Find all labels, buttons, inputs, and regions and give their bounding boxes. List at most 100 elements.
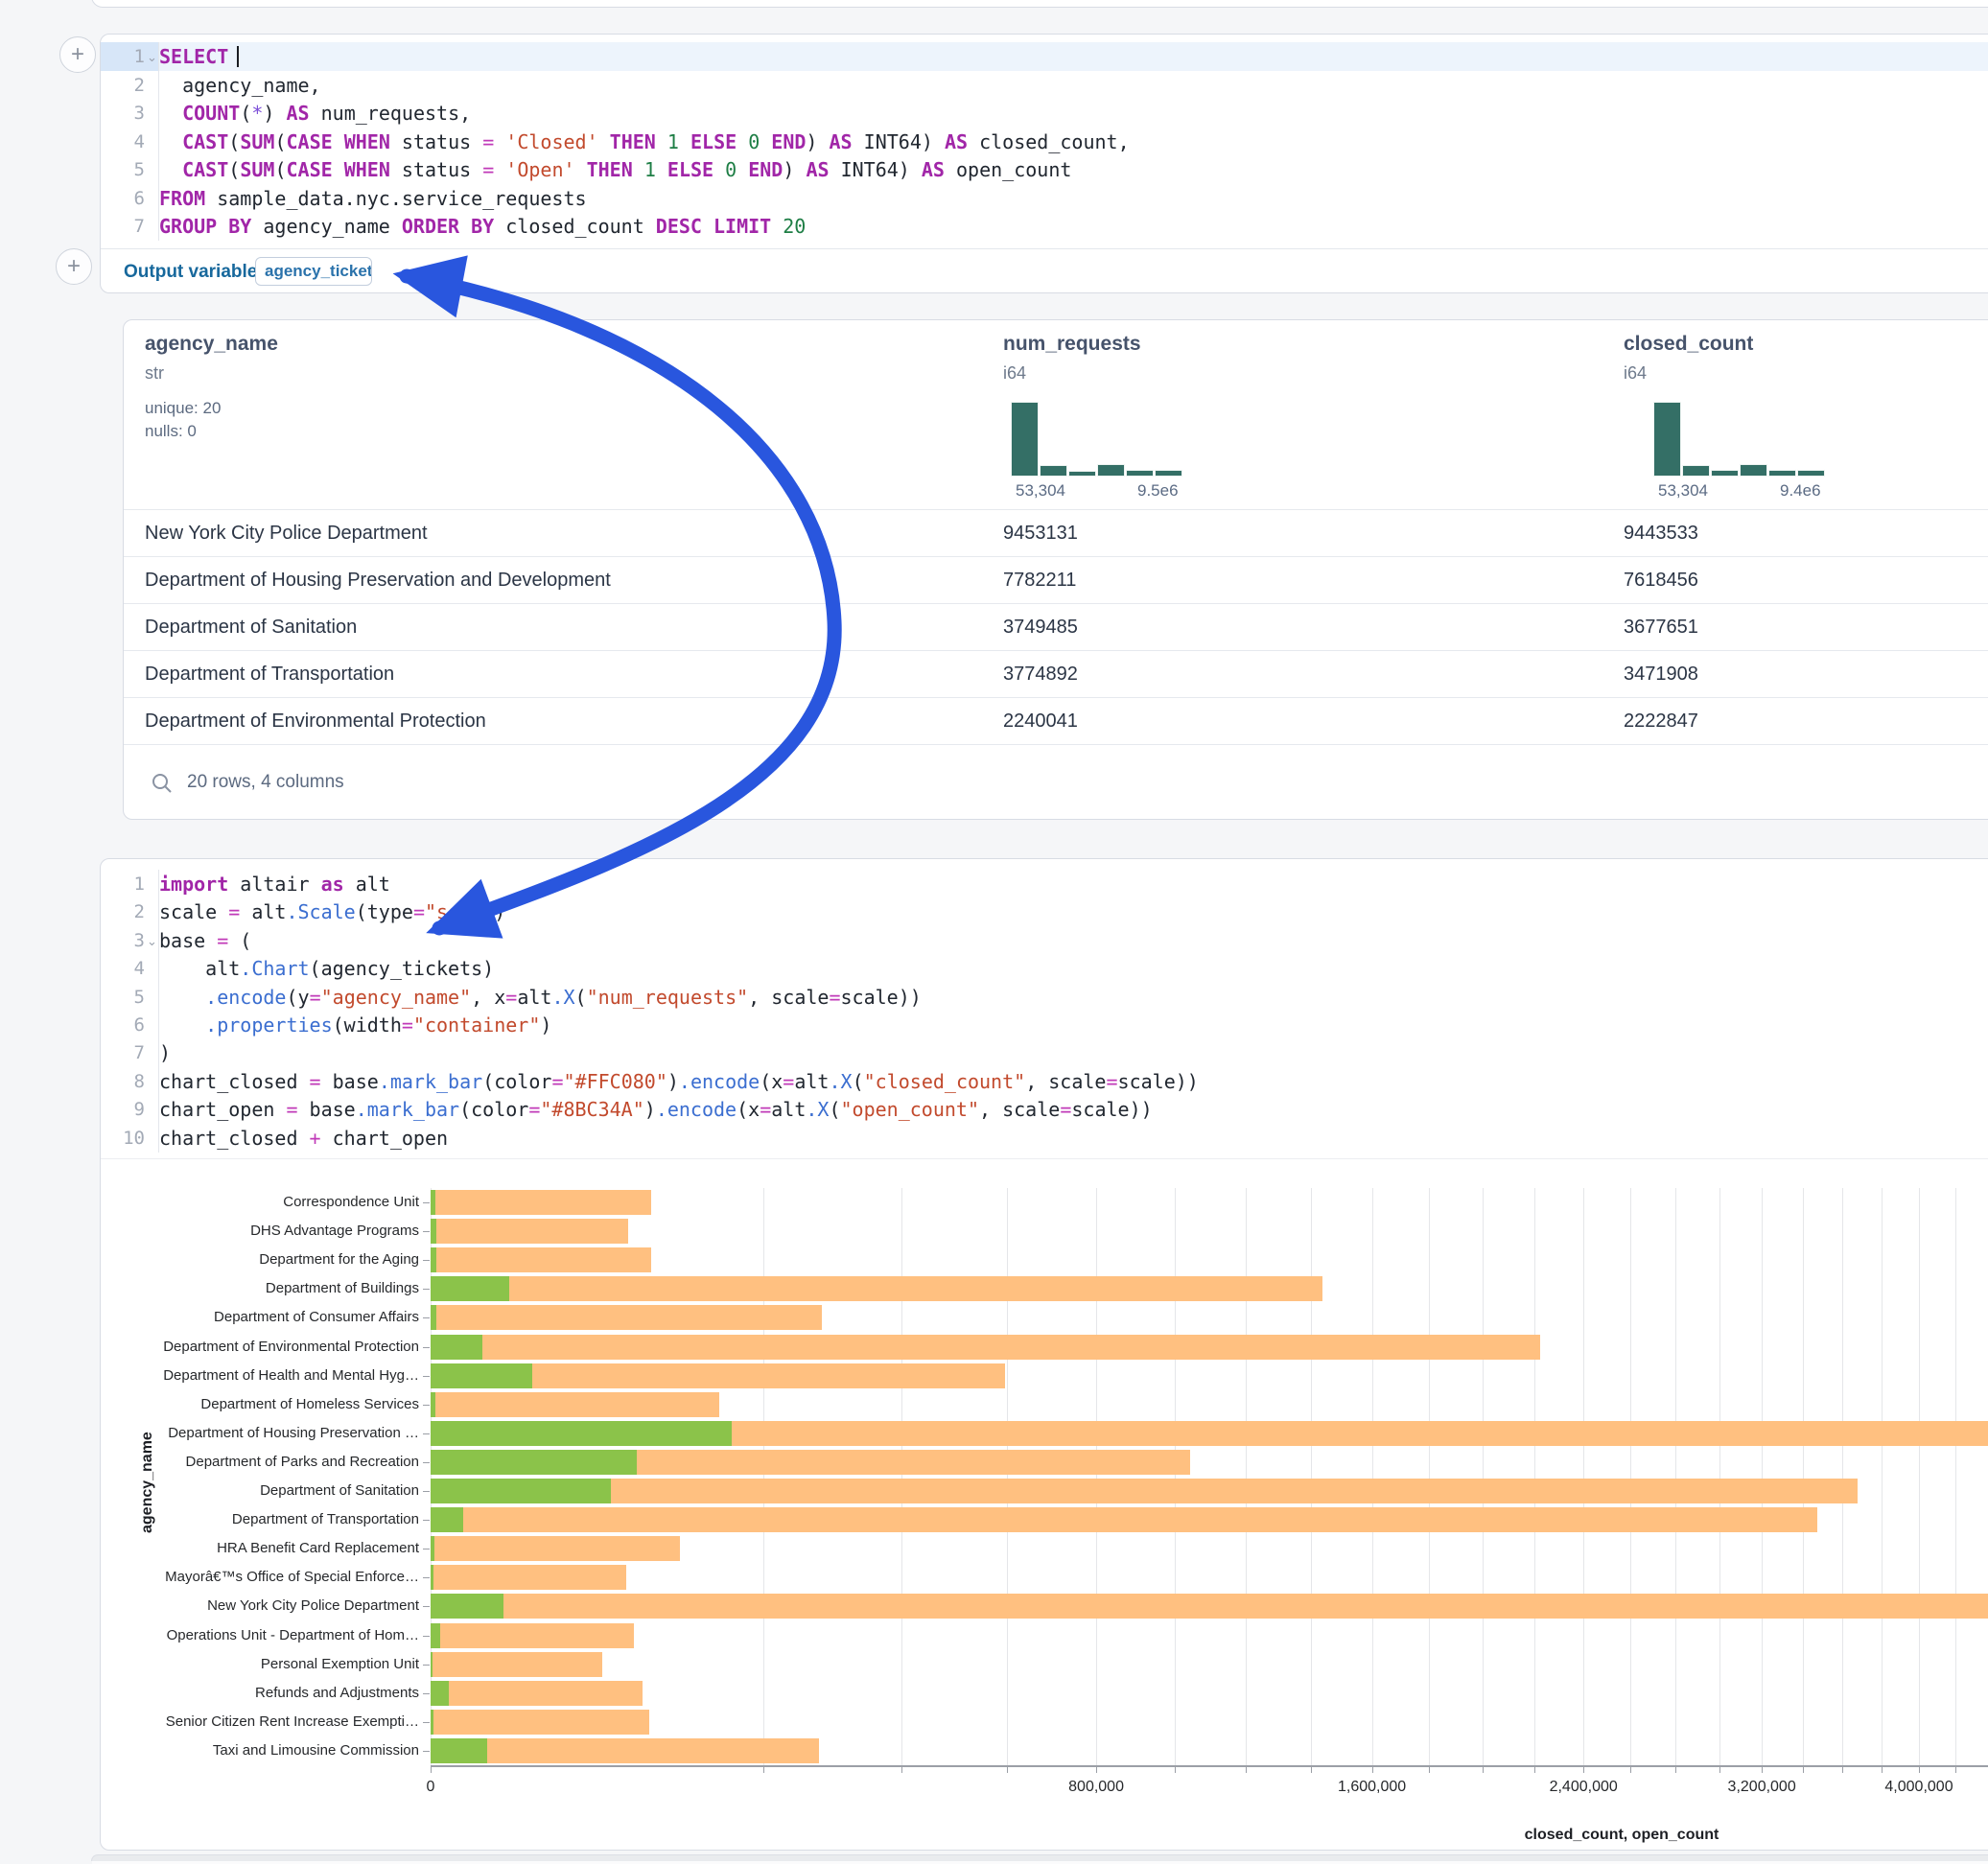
code-line[interactable]: 1⌄SELECT	[101, 42, 1988, 71]
code-line[interactable]: 8chart_closed = base.mark_bar(color="#FF…	[101, 1067, 1988, 1096]
line-number: 7	[101, 1038, 145, 1067]
code-text: chart_closed + chart_open	[159, 1124, 1988, 1153]
code-line[interactable]: 2 agency_name,	[101, 71, 1988, 100]
table-cell: 3677651	[1624, 604, 1698, 651]
open-count-bar	[431, 1738, 487, 1763]
table-cell: 2240041	[1003, 698, 1078, 745]
column-type-closed-count: i64	[1624, 363, 1647, 384]
x-axis-tick	[1429, 1766, 1430, 1773]
gridline	[1372, 1188, 1373, 1765]
line-number: 6	[101, 1011, 145, 1039]
line-number: 10	[101, 1124, 145, 1153]
line-number: 5	[101, 983, 145, 1012]
table-row[interactable]: Department of Housing Preservation and D…	[124, 556, 1988, 604]
output-variable-row: Output variable: agency_tickets	[101, 248, 1988, 294]
open-count-bar	[431, 1565, 433, 1590]
table-row[interactable]: New York City Police Department945313194…	[124, 509, 1988, 557]
sql-editor[interactable]: 1⌄SELECT2 agency_name,3 COUNT(*) AS num_…	[101, 42, 1988, 241]
code-line[interactable]: 5 CAST(SUM(CASE WHEN status = 'Open' THE…	[101, 155, 1988, 184]
output-variable-pill[interactable]: agency_tickets	[255, 257, 372, 286]
x-axis-tick	[1675, 1766, 1676, 1773]
python-editor[interactable]: 1 import altair as alt2scale = alt.Scale(…	[101, 870, 1988, 1153]
code-line[interactable]: 3 COUNT(*) AS num_requests,	[101, 99, 1988, 128]
column-header-num-requests[interactable]: num_requests	[1003, 333, 1141, 356]
closed-count-bar	[431, 1507, 1817, 1532]
table-cell: 3774892	[1003, 651, 1078, 698]
x-axis-title: closed_count, open_count	[1525, 1827, 1719, 1844]
code-text: chart_closed = base.mark_bar(color="#FFC…	[159, 1067, 1988, 1096]
x-axis-tick-label: 4,000,000	[1884, 1779, 1953, 1796]
code-line[interactable]: 7)	[101, 1038, 1988, 1067]
table-cell: Department of Housing Preservation and D…	[145, 557, 611, 604]
x-axis-tick	[1583, 1766, 1584, 1773]
gridline	[1630, 1188, 1631, 1765]
search-icon[interactable]	[151, 772, 174, 795]
y-axis-tick	[423, 1577, 430, 1578]
open-count-bar	[431, 1421, 732, 1446]
y-axis-label: Taxi and Limousine Commission	[139, 1736, 419, 1765]
code-line[interactable]: 7 GROUP BY agency_name ORDER BY closed_co…	[101, 212, 1988, 241]
x-axis-tick	[1311, 1766, 1312, 1773]
gridline	[1762, 1188, 1763, 1765]
y-axis-tick	[423, 1260, 430, 1261]
code-line[interactable]: 1 import altair as alt	[101, 870, 1988, 898]
column-header-closed-count[interactable]: closed_count	[1624, 333, 1753, 356]
text-cursor	[237, 46, 239, 67]
x-axis-tick	[1719, 1766, 1720, 1773]
y-axis-label: Department of Environmental Protection	[139, 1333, 419, 1362]
code-line[interactable]: 4 CAST(SUM(CASE WHEN status = 'Closed' T…	[101, 128, 1988, 156]
code-text: .properties(width="container")	[159, 1011, 1988, 1039]
code-line[interactable]: 2scale = alt.Scale(type="sqrt")	[101, 897, 1988, 926]
code-line[interactable]: 6FROM sample_data.nyc.service_requests	[101, 184, 1988, 213]
table-row[interactable]: Department of Sanitation37494853677651	[124, 603, 1988, 651]
line-number: 7	[101, 212, 145, 241]
code-line[interactable]: 10 chart_closed + chart_open	[101, 1124, 1988, 1153]
code-line[interactable]: 4 alt.Chart(agency_tickets)	[101, 954, 1988, 983]
gridline	[901, 1188, 902, 1765]
y-axis-tick	[423, 1231, 430, 1232]
output-variable-label: Output variable:	[124, 262, 264, 283]
y-axis-title: agency_name	[139, 1432, 156, 1533]
column-meta-unique: unique: 20	[145, 399, 221, 418]
table-row[interactable]: Department of Transportation377489234719…	[124, 650, 1988, 698]
code-text: GROUP BY agency_name ORDER BY closed_cou…	[159, 212, 1988, 241]
gutter-divider	[158, 870, 159, 1153]
gridline	[1483, 1188, 1484, 1765]
column-meta-nulls: nulls: 0	[145, 422, 197, 441]
x-axis-tick	[1175, 1766, 1176, 1773]
open-count-bar	[431, 1392, 435, 1417]
open-count-bar	[431, 1479, 611, 1503]
open-count-bar	[431, 1219, 436, 1244]
y-axis-label: New York City Police Department	[139, 1592, 419, 1620]
closed-count-bar	[431, 1392, 719, 1417]
gridline	[1175, 1188, 1176, 1765]
add-cell-button-output[interactable]: +	[56, 248, 92, 285]
code-line[interactable]: 9chart_open = base.mark_bar(color="#8BC3…	[101, 1095, 1988, 1124]
x-axis-tick	[1096, 1766, 1097, 1773]
code-text: .encode(y="agency_name", x=alt.X("num_re…	[159, 983, 1988, 1012]
x-axis-tick-label: 2,400,000	[1550, 1779, 1618, 1796]
closed-count-bar	[431, 1738, 819, 1763]
table-cell: 3471908	[1624, 651, 1698, 698]
table-row[interactable]: Department of Environmental Protection22…	[124, 697, 1988, 745]
x-axis-tick-label: 1,600,000	[1338, 1779, 1406, 1796]
code-text: SELECT	[159, 42, 1988, 71]
closed-count-bar	[431, 1219, 628, 1244]
code-text: scale = alt.Scale(type="sqrt")	[159, 897, 1988, 926]
gridline	[1719, 1188, 1720, 1765]
table-cell: Department of Sanitation	[145, 604, 357, 651]
code-text: import altair as alt	[159, 870, 1988, 898]
y-axis-label: DHS Advantage Programs	[139, 1217, 419, 1246]
code-line[interactable]: 3⌄base = (	[101, 926, 1988, 955]
code-text: chart_open = base.mark_bar(color="#8BC34…	[159, 1095, 1988, 1124]
column-header-agency-name[interactable]: agency_name	[145, 333, 278, 356]
code-line[interactable]: 5 .encode(y="agency_name", x=alt.X("num_…	[101, 983, 1988, 1012]
code-line[interactable]: 6 .properties(width="container")	[101, 1011, 1988, 1039]
y-axis-label: Department for the Aging	[139, 1246, 419, 1274]
line-number: 2	[101, 71, 145, 100]
add-cell-button-top[interactable]: +	[59, 36, 96, 73]
y-axis-tick	[423, 1491, 430, 1492]
y-axis-label: Department of Transportation	[139, 1505, 419, 1534]
line-number: 1	[101, 870, 145, 898]
y-axis-label: Department of Consumer Affairs	[139, 1303, 419, 1332]
